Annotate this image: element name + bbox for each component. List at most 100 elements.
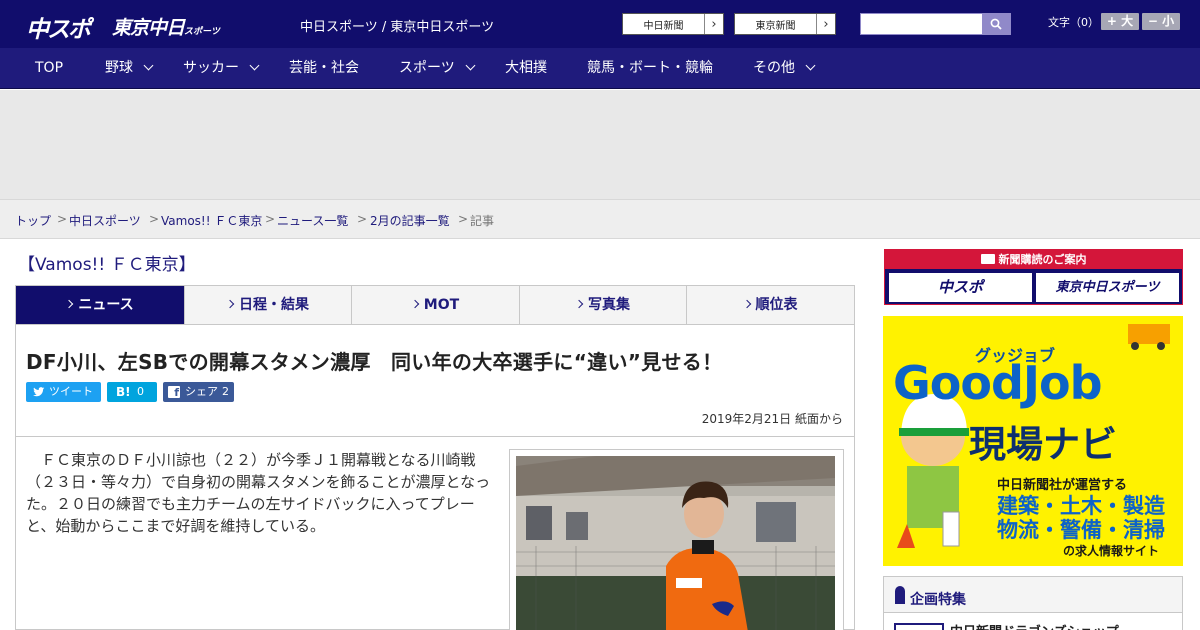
- nav-item-sumo[interactable]: 大相撲: [505, 48, 547, 89]
- breadcrumb-separator: >: [265, 212, 276, 226]
- article-date: 2019年2月21日 紙面から: [701, 412, 843, 426]
- subscription-title: 新聞購読のご案内: [885, 250, 1182, 269]
- tweet-button[interactable]: ツイート: [26, 382, 101, 402]
- category-title: 【Vamos!! ＦＣ東京】: [18, 255, 196, 275]
- goodjob-desc-3: 物流・警備・清掃: [997, 518, 1165, 542]
- tab-standings[interactable]: 順位表: [687, 286, 854, 324]
- article-divider: [16, 436, 854, 437]
- tokyo-chunichi-logo-small: スポーツ: [184, 27, 220, 37]
- facebook-share-button[interactable]: f シェア 2: [163, 382, 234, 402]
- nav-label: 芸能・社会: [289, 60, 359, 76]
- tokyo-shimbun-button[interactable]: 東京新聞 ›: [734, 13, 836, 35]
- subscription-box: 新聞購読のご案内 中スポ 東京中日スポーツ: [884, 249, 1183, 305]
- tab-label: 日程・結果: [239, 297, 309, 313]
- nav-item-baseball[interactable]: 野球: [105, 48, 154, 89]
- feature-item-label: 中日新聞ドラゴンズショップ: [950, 621, 1119, 630]
- breadcrumb-separator: >: [458, 212, 469, 226]
- breadcrumb-link-news-list[interactable]: ニュース一覧: [277, 212, 348, 229]
- article-body: ＦＣ東京のＤＦ小川諒也（２２）が今季Ｊ１開幕戦となる川崎戦（２３日・等々力）で自…: [26, 451, 491, 535]
- ribbon-icon: [895, 586, 905, 604]
- breadcrumb-link-fc-tokyo[interactable]: Vamos!! ＦＣ東京: [161, 212, 262, 229]
- search-box: [860, 13, 1011, 35]
- chevron-down-icon: [249, 60, 260, 71]
- chevron-right-icon: ›: [816, 14, 835, 34]
- feature-item[interactable]: 中日新聞ドラゴンズショップ: [894, 621, 1174, 630]
- chunichi-sports-logo[interactable]: 中スポ: [26, 10, 91, 44]
- search-button[interactable]: [982, 14, 1010, 34]
- nav-label: サッカー: [183, 60, 239, 76]
- nav-label: 競馬・ボート・競輪: [587, 60, 713, 76]
- breadcrumb-link-chunichi-sports[interactable]: 中日スポーツ: [69, 212, 141, 229]
- chunichi-shimbun-label: 中日新聞: [643, 20, 684, 32]
- tab-label: 順位表: [755, 297, 798, 313]
- site-header: 中スポ 東京中日スポーツ 中日スポーツ / 東京中日スポーツ 中日新聞 › 東京…: [0, 0, 1200, 48]
- nav-item-soccer[interactable]: サッカー: [183, 48, 260, 89]
- nav-item-sports[interactable]: スポーツ: [399, 48, 476, 89]
- facebook-share-label: シェア: [185, 385, 218, 398]
- nav-item-entertainment[interactable]: 芸能・社会: [289, 48, 359, 89]
- tweet-label: ツイート: [49, 385, 93, 398]
- site-title: 中日スポーツ / 東京中日スポーツ: [300, 20, 495, 35]
- feature-title: 企画特集: [910, 592, 966, 608]
- search-icon: [990, 18, 1002, 30]
- goodjob-desc-4: の求人情報サイト: [1063, 544, 1160, 558]
- chunichi-shimbun-button[interactable]: 中日新聞 ›: [622, 13, 724, 35]
- search-input[interactable]: [861, 14, 983, 34]
- tokyo-chunichi-logo-text: 東京中日: [112, 17, 185, 39]
- ad-banner-slot: [0, 90, 1200, 199]
- chevron-right-icon: [574, 299, 584, 309]
- goodjob-logo: GoodJob: [893, 356, 1103, 410]
- chevron-down-icon: [465, 60, 476, 71]
- twitter-bird-icon: [33, 387, 45, 397]
- hatena-b-icon: B!: [116, 385, 131, 399]
- breadcrumb-separator: >: [357, 212, 368, 226]
- chevron-right-icon: [742, 299, 751, 309]
- tab-news[interactable]: ニュース: [16, 286, 185, 324]
- feature-box: 企画特集 中日新聞ドラゴンズショップ: [883, 576, 1183, 630]
- tab-label: 写真集: [588, 297, 630, 313]
- hatena-count: 0: [137, 385, 144, 398]
- nav-item-other[interactable]: その他: [753, 48, 816, 89]
- newspaper-icon: [980, 254, 995, 264]
- tab-label: MOT: [423, 297, 460, 313]
- subscribe-tokyo-chunichi-button[interactable]: 東京中日スポーツ: [1036, 273, 1179, 302]
- chevron-right-icon: [410, 299, 420, 309]
- font-smaller-button[interactable]: − 小: [1142, 13, 1180, 30]
- tab-photos[interactable]: 写真集: [520, 286, 687, 324]
- font-larger-button[interactable]: + 大: [1101, 13, 1139, 30]
- breadcrumb-link-top[interactable]: トップ: [15, 212, 51, 229]
- breadcrumb-separator: >: [149, 212, 160, 226]
- chevron-right-icon: [65, 299, 74, 309]
- nav-label: 野球: [105, 60, 133, 76]
- nav-item-racing[interactable]: 競馬・ボート・競輪: [587, 48, 713, 89]
- nav-label: TOP: [35, 60, 64, 76]
- chevron-right-icon: ›: [704, 14, 723, 34]
- nav-label: 大相撲: [505, 60, 547, 76]
- breadcrumb-current: 記事: [470, 214, 495, 228]
- nav-label: その他: [753, 60, 795, 76]
- chevron-right-icon: [225, 299, 235, 309]
- breadcrumb: トップ > 中日スポーツ > Vamos!! ＦＣ東京 > ニュース一覧 > 2…: [0, 199, 1200, 239]
- chevron-down-icon: [143, 60, 154, 71]
- font-size-label: 文字（0）: [1048, 16, 1099, 29]
- goodjob-ad[interactable]: グッジョブ GoodJob 現場ナビ 中日新聞社が運営する 建築・土木・製造 物…: [883, 316, 1183, 566]
- tokyo-chunichi-logo[interactable]: 東京中日スポーツ: [112, 13, 220, 40]
- facebook-share-count: 2: [222, 385, 229, 398]
- subscribe-chunichi-sports-button[interactable]: 中スポ: [889, 273, 1032, 302]
- tokyo-shimbun-label: 東京新聞: [755, 20, 796, 32]
- tab-label: ニュース: [78, 297, 134, 313]
- facebook-icon: f: [168, 386, 180, 399]
- article-photo-frame: [509, 449, 844, 630]
- nav-label: スポーツ: [399, 60, 455, 76]
- subscription-title-text: 新聞購読のご案内: [998, 253, 1087, 266]
- goodjob-subtitle: 現場ナビ: [969, 423, 1117, 466]
- tab-schedule[interactable]: 日程・結果: [185, 286, 352, 324]
- tab-mot[interactable]: MOT: [352, 286, 520, 324]
- main-nav: TOP 野球 サッカー 芸能・社会 スポーツ 大相撲 競馬・ボート・競輪 その他: [0, 48, 1200, 89]
- nav-item-top[interactable]: TOP: [35, 48, 63, 89]
- article-photo[interactable]: [516, 456, 835, 630]
- hatena-bookmark-button[interactable]: B! 0: [107, 382, 157, 402]
- feature-item-thumb: [894, 623, 944, 630]
- chevron-down-icon: [805, 60, 816, 71]
- breadcrumb-link-feb-list[interactable]: 2月の記事一覧: [370, 212, 450, 229]
